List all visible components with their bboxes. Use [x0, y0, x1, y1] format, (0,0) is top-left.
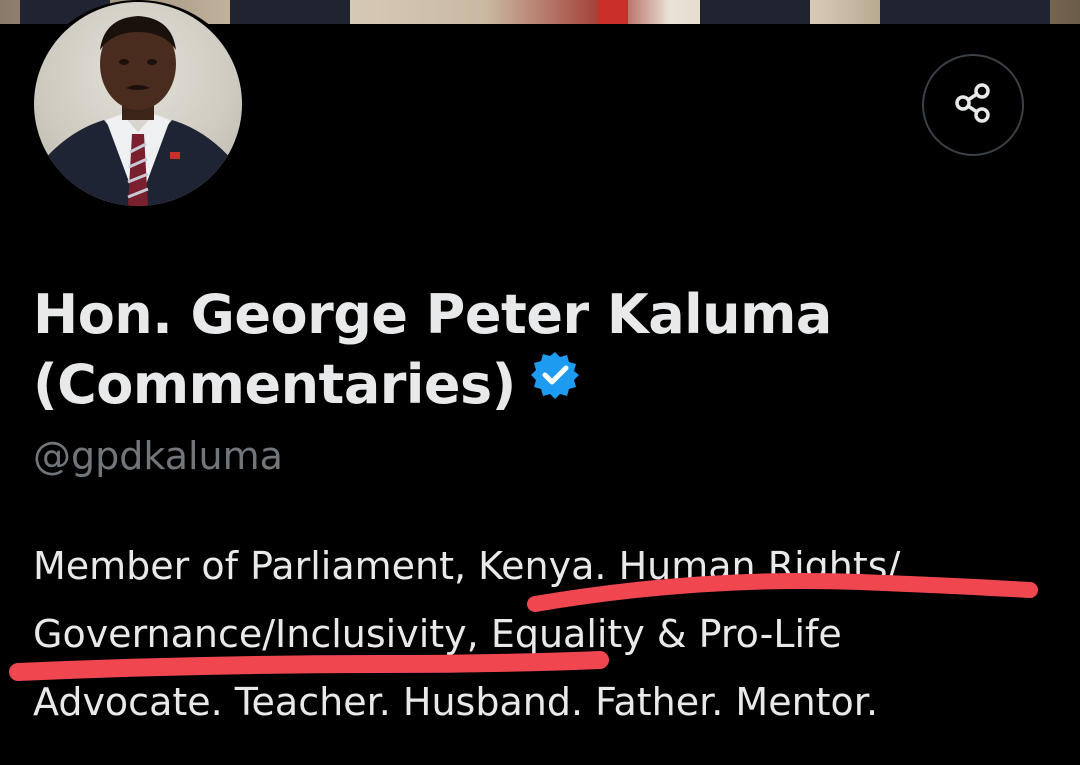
display-name: Hon. George Peter Kaluma (Commentaries) [33, 280, 1033, 423]
banner-photo-detail [230, 0, 350, 24]
banner-photo-detail [598, 0, 628, 24]
bio-line: Advocate. Teacher. Husband. Father. Ment… [33, 680, 879, 724]
verified-badge-icon[interactable] [530, 347, 580, 417]
avatar-photo [34, 2, 242, 206]
display-name-suffix: (Commentaries) [33, 353, 516, 416]
share-icon [951, 81, 995, 129]
profile-bio: Member of Parliament, Kenya. Human Right… [33, 532, 1063, 736]
banner-photo-detail [700, 0, 810, 24]
bio-line: Governance/Inclusivity, Equality & Pro-L… [33, 612, 842, 656]
profile-avatar[interactable] [28, 0, 248, 208]
display-name-line2: (Commentaries) [33, 350, 1033, 423]
share-button[interactable] [922, 54, 1024, 156]
display-name-line1: Hon. George Peter Kaluma [33, 283, 832, 346]
username-handle: @gpdkaluma [33, 434, 283, 478]
avatar-portrait [34, 16, 242, 206]
banner-photo-detail [880, 0, 1050, 24]
bio-line: Member of Parliament, Kenya. Human Right… [33, 544, 901, 588]
